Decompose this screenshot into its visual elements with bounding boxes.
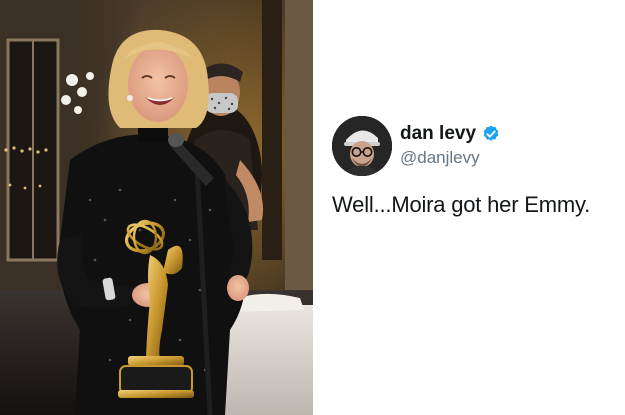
author-names: dan levy @danjlevy <box>400 123 501 169</box>
display-name[interactable]: dan levy <box>400 123 476 145</box>
photo-illustration <box>0 0 313 415</box>
verified-badge-icon <box>481 124 501 144</box>
tweet-card: dan levy @danjlevy Well...Moira got her … <box>313 0 625 415</box>
display-name-row: dan levy <box>400 123 501 145</box>
tweet-text: Well...Moira got her Emmy. <box>332 192 591 217</box>
user-handle[interactable]: @danjlevy <box>400 147 501 169</box>
emmy-acceptance-photo <box>0 0 313 415</box>
tweet-header: dan levy @danjlevy <box>332 116 501 176</box>
avatar-image <box>332 116 392 176</box>
meme-composite: dan levy @danjlevy Well...Moira got her … <box>0 0 625 415</box>
avatar[interactable] <box>332 116 392 176</box>
